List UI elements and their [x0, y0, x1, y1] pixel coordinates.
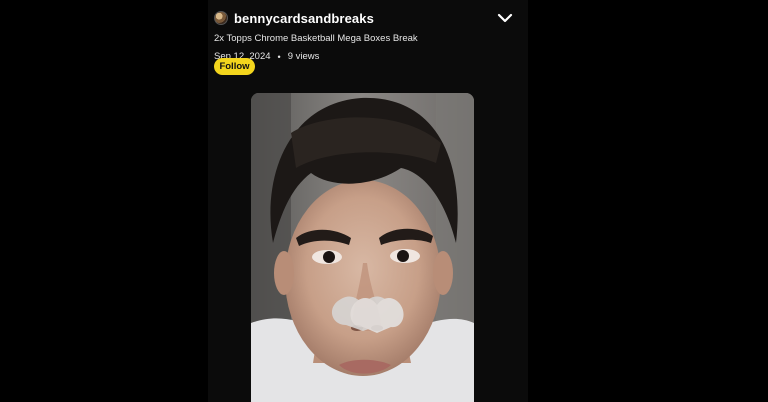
- follow-button[interactable]: Follow: [214, 58, 255, 75]
- post-title: 2x Topps Chrome Basketball Mega Boxes Br…: [214, 33, 418, 44]
- video-tap-area[interactable]: [251, 93, 474, 402]
- user-row[interactable]: bennycardsandbreaks: [214, 8, 514, 28]
- meta-separator: •: [277, 51, 281, 62]
- video-player[interactable]: [251, 93, 474, 402]
- post-meta: Sep 12, 2024 • 9 views: [214, 51, 514, 62]
- chevron-down-icon: [497, 13, 513, 23]
- post-header: bennycardsandbreaks 2x Topps Chrome Bask…: [214, 8, 514, 62]
- username[interactable]: bennycardsandbreaks: [234, 11, 374, 26]
- view-count: 9 views: [287, 51, 320, 62]
- avatar[interactable]: [214, 11, 228, 25]
- collapse-button[interactable]: [496, 9, 514, 27]
- page: bennycardsandbreaks 2x Topps Chrome Bask…: [0, 0, 768, 402]
